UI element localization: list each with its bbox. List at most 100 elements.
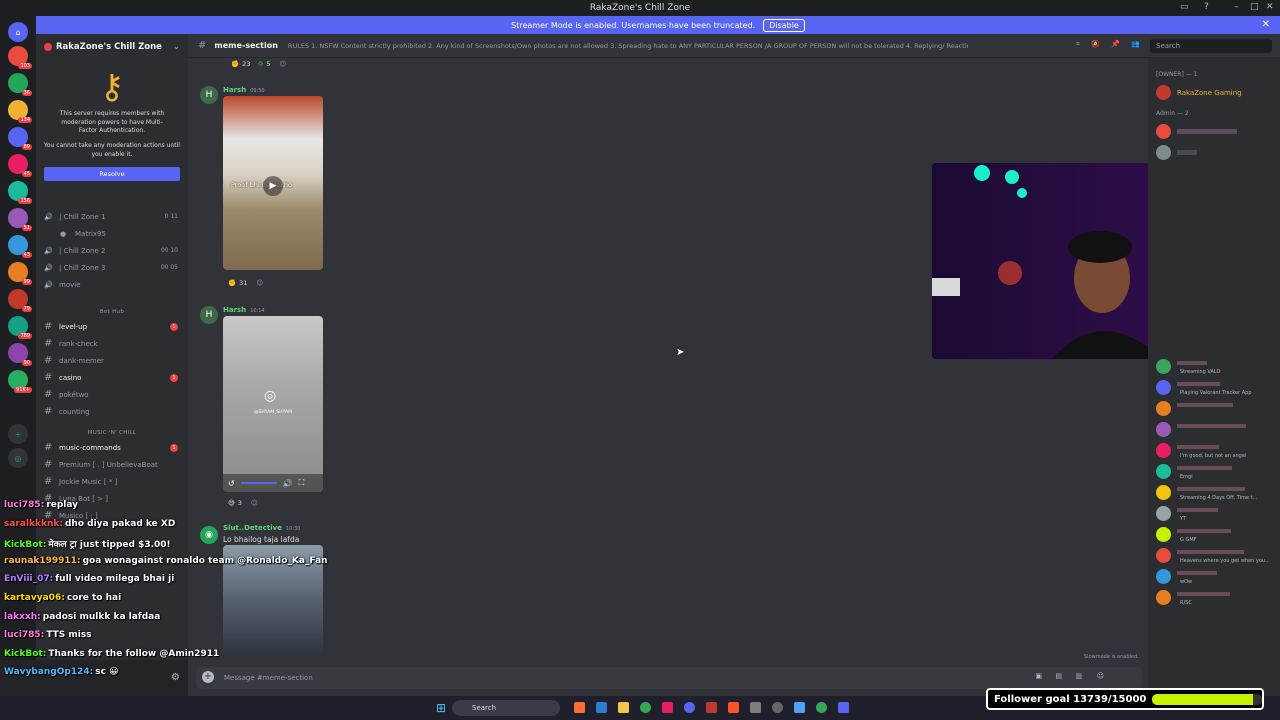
help-icon[interactable]: ? xyxy=(1204,2,1209,12)
add-reaction-icon[interactable]: ☺ xyxy=(256,279,263,287)
text-channel[interactable]: # level-up 1 xyxy=(36,318,188,335)
video-attachment[interactable]: ◎ @SHYAM_SHYAM ↺ 🔊 ⛶ xyxy=(223,316,323,492)
text-channel[interactable]: # music-commands 1 xyxy=(36,439,188,456)
search-input[interactable]: Search xyxy=(1150,39,1272,53)
taskbar-app-icon[interactable] xyxy=(794,702,805,713)
reaction-row[interactable]: ✊ 23 ♻ 5 ☺ xyxy=(226,58,291,70)
member-row[interactable]: wOw xyxy=(1148,566,1280,587)
text-channel[interactable]: # counting xyxy=(36,403,188,420)
resolve-button[interactable]: Resolve xyxy=(44,167,180,182)
taskbar-app-icon[interactable] xyxy=(574,702,585,713)
member-row[interactable]: Streaming VALO xyxy=(1148,356,1280,377)
voice-channel[interactable]: 🔊 | Chill Zone 2 00 10 xyxy=(36,242,188,259)
taskbar-app-icon[interactable] xyxy=(662,702,673,713)
text-channel[interactable]: # casino 1 xyxy=(36,369,188,386)
server-icon[interactable]: 90 xyxy=(8,343,32,366)
message-input[interactable]: + Message #meme-section ▣ ▤ ▥ ☺ xyxy=(196,667,1142,689)
author-name[interactable]: Harsh xyxy=(223,86,246,94)
member-owner[interactable]: RakaZone Gaming xyxy=(1148,82,1280,103)
member-row[interactable]: YT xyxy=(1148,503,1280,524)
member-row[interactable]: Playing Valorant Tracker App xyxy=(1148,377,1280,398)
voice-channel[interactable]: 🔊 movie xyxy=(36,276,188,293)
member-admin[interactable] xyxy=(1148,142,1280,163)
chrome-icon[interactable] xyxy=(816,702,827,713)
close-banner-icon[interactable]: ✕ xyxy=(1262,19,1270,30)
inbox-icon[interactable]: ▭ xyxy=(1180,2,1189,12)
category-bot-hub[interactable]: Bot Hub xyxy=(36,306,188,318)
author-name[interactable]: Slut..Detective xyxy=(223,524,282,532)
server-header[interactable]: RakaZone's Chill Zone ⌄ xyxy=(36,34,188,60)
play-icon[interactable]: ▶ xyxy=(263,176,283,196)
server-icon[interactable]: 36 xyxy=(8,73,32,96)
gift-icon[interactable]: ▣ xyxy=(1035,672,1042,680)
volume-icon[interactable]: 🔊 xyxy=(283,479,293,488)
message-author[interactable]: Slut..Detective 10:30 xyxy=(223,524,300,532)
server-icon[interactable]: 99 xyxy=(8,262,32,285)
message-author[interactable]: Harsh 10:14 xyxy=(223,306,265,314)
upload-plus-icon[interactable]: + xyxy=(202,671,214,683)
member-row[interactable] xyxy=(1148,419,1280,440)
taskbar-app-icon[interactable] xyxy=(684,702,695,713)
edge-icon[interactable] xyxy=(596,702,607,713)
reaction-row[interactable]: 😅 3 ☺ xyxy=(223,497,263,509)
voice-channel[interactable]: 🔊 | Chill Zone 3 00 05 xyxy=(36,259,188,276)
server-icon[interactable]: 45 xyxy=(8,154,32,177)
text-channel[interactable]: # pokétwo xyxy=(36,386,188,403)
reaction-row[interactable]: ✊ 31 ☺ xyxy=(223,277,268,289)
add-reaction-icon[interactable]: ☺ xyxy=(251,499,258,507)
fullscreen-icon[interactable]: ⛶ xyxy=(299,478,305,488)
text-channel[interactable]: # Musico [ ; ] xyxy=(36,507,188,524)
discord-taskbar-icon[interactable] xyxy=(838,702,849,713)
text-channel[interactable]: # Jockie Music [ * ] xyxy=(36,473,188,490)
voice-user[interactable]: ● Matrix95 xyxy=(36,225,188,242)
text-channel[interactable]: # Luna Bot [ > ] xyxy=(36,490,188,507)
server-icon[interactable]: 51 xyxy=(8,208,32,231)
discord-home-icon[interactable]: ⌂ xyxy=(8,22,28,42)
member-row[interactable]: G GMF xyxy=(1148,524,1280,545)
chrome-icon[interactable] xyxy=(640,702,651,713)
emoji-icon[interactable]: ☺ xyxy=(1097,672,1104,680)
server-icon[interactable]: 89 xyxy=(8,127,32,150)
text-channel[interactable]: # dank-memer xyxy=(36,352,188,369)
message-author[interactable]: Harsh 09:50 xyxy=(223,86,265,94)
member-row[interactable]: Emgi xyxy=(1148,461,1280,482)
add-server-icon[interactable]: + xyxy=(8,424,28,444)
disable-streamer-mode-button[interactable]: Disable xyxy=(763,18,805,32)
member-row[interactable]: I'm good, but not an angel xyxy=(1148,440,1280,461)
server-icon[interactable]: 43 xyxy=(8,235,32,258)
server-icon[interactable]: 134 xyxy=(8,100,32,123)
gif-icon[interactable]: ▤ xyxy=(1055,672,1062,680)
windows-start-icon[interactable]: ⊞ xyxy=(436,701,446,715)
sticker-icon[interactable]: ▥ xyxy=(1075,672,1082,680)
settings-gear-icon[interactable]: ⚙ xyxy=(171,672,180,683)
server-icon[interactable]: 79 xyxy=(8,289,32,312)
replay-icon[interactable]: ↺ xyxy=(228,479,235,488)
brave-icon[interactable] xyxy=(728,702,739,713)
close-icon[interactable]: ✕ xyxy=(1266,2,1274,12)
taskbar-app-icon[interactable] xyxy=(750,702,761,713)
author-name[interactable]: Harsh xyxy=(223,306,246,314)
channel-topic[interactable]: RULES 1. NSFW Content strictly prohibite… xyxy=(288,42,968,50)
maximize-icon[interactable]: □ xyxy=(1250,2,1259,12)
explore-icon[interactable]: ◎ xyxy=(8,448,28,468)
avatar[interactable]: H xyxy=(200,86,218,104)
member-list-icon[interactable]: 👥 xyxy=(1131,40,1140,48)
pin-icon[interactable]: 📌 xyxy=(1111,40,1120,48)
avatar[interactable]: ◉ xyxy=(200,526,218,544)
avatar[interactable]: H xyxy=(200,306,218,324)
video-attachment[interactable]: Proof bhi de dekho ▶ xyxy=(223,96,323,270)
file-explorer-icon[interactable] xyxy=(618,702,629,713)
taskbar-app-icon[interactable] xyxy=(772,702,783,713)
voice-channel[interactable]: 🔊 | Chill Zone 1 0 11 xyxy=(36,208,188,225)
taskbar-app-icon[interactable] xyxy=(706,702,717,713)
member-row[interactable] xyxy=(1148,398,1280,419)
member-row[interactable]: Heavens where you get when you... xyxy=(1148,545,1280,566)
member-admin[interactable] xyxy=(1148,121,1280,142)
server-icon[interactable]: 91K+ xyxy=(8,370,32,393)
threads-icon[interactable]: ⌗ xyxy=(1076,40,1080,49)
minimize-icon[interactable]: – xyxy=(1234,2,1239,12)
add-reaction-icon[interactable]: ☺ xyxy=(279,60,286,68)
server-icon[interactable]: 789 xyxy=(8,316,32,339)
video-attachment[interactable] xyxy=(223,545,323,655)
notification-bell-icon[interactable]: 🔕 xyxy=(1091,40,1100,48)
